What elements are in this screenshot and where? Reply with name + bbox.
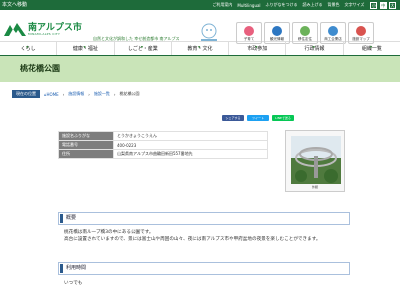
quick-link-business[interactable]: 商工企業店 [320, 22, 346, 44]
chevron-down-icon: ▼ [26, 45, 29, 49]
site-header: 南アルプス市 MINAMI-ALPS CITY 自然と文化が調和した 幸せ創造都… [0, 10, 400, 44]
skip-to-content-link[interactable]: 本文へ移動 [2, 1, 27, 8]
breadcrumb: 現在の位置 ⌂HOME › 施設情報 › 施設一覧 › 桃花橋公園 [0, 88, 400, 100]
read-aloud-link[interactable]: 読み上げる [303, 2, 323, 8]
map-pin-icon [356, 26, 366, 36]
mascot-icon [201, 23, 217, 41]
facility-photo[interactable]: 外観 [285, 130, 345, 192]
breadcrumb-home[interactable]: ⌂HOME [44, 92, 59, 97]
nav-work[interactable]: しごと・産業 ▼ [115, 42, 172, 55]
hours-heading: 利用時間 [58, 262, 350, 275]
row-value: 山梨県南アルプス市曲輪田新田557番地先 [113, 149, 268, 159]
logo-subtext: MINAMI-ALPS CITY [28, 31, 61, 36]
breadcrumb-facility-info[interactable]: 施設情報 [68, 91, 84, 97]
font-size-small-button[interactable]: 小 [370, 1, 378, 9]
table-row: 電話番号 400-0223 [58, 140, 268, 150]
font-size-label: 文字サイズ [344, 2, 365, 7]
breadcrumb-current: 桃花橋公園 [119, 91, 140, 96]
breadcrumb-facility-list[interactable]: 施設一覧 [94, 91, 110, 97]
overview-heading: 概要 [58, 212, 350, 225]
facility-info-table: 施設名ふりがな とうかきょうこうえん 電話番号 400-0223 住所 山梨県南… [58, 131, 268, 159]
row-value: 400-0223 [113, 140, 268, 150]
chevron-down-icon: ▼ [197, 45, 201, 49]
multilingual-link[interactable]: Multilingual [237, 3, 260, 8]
childcare-icon [244, 26, 254, 36]
font-size-large-button[interactable]: 大 [389, 1, 396, 9]
nav-participation[interactable]: 市政参加 ▼ [229, 42, 287, 55]
page-title: 桃花橋公園 [0, 56, 400, 82]
chevron-down-icon: ▼ [255, 45, 258, 49]
facility-image [291, 136, 341, 184]
row-value: とうかきょうこうえん [113, 131, 268, 141]
guide-link[interactable]: ご利用案内 [212, 2, 232, 8]
chevron-down-icon: ▼ [140, 45, 144, 49]
tweet-button[interactable]: ツイート [247, 115, 269, 121]
business-icon [328, 26, 338, 36]
breadcrumb-label: 現在の位置 [12, 90, 40, 98]
nav-organizations[interactable]: 組織一覧 ▼ [344, 42, 400, 55]
row-key: 住所 [58, 149, 114, 159]
table-row: 住所 山梨県南アルプス市曲輪田新田557番地先 [58, 149, 268, 159]
furigana-link[interactable]: ふりがなをつける [266, 2, 298, 8]
font-size-medium-button[interactable]: 中 [379, 1, 387, 9]
site-logo[interactable]: 南アルプス市 MINAMI-ALPS CITY [4, 22, 82, 36]
row-key: 施設名ふりがな [58, 131, 114, 141]
photo-caption: 外観 [311, 185, 318, 189]
facebook-share-button[interactable]: シェアする [222, 115, 244, 121]
share-buttons: シェアする ツイート LINEで送る [222, 115, 294, 121]
nav-education[interactable]: 教育・文化 ▼ [172, 42, 230, 55]
overview-line: 桃花橋は南ループ橋3の中にある公園です。 [64, 230, 154, 235]
line-share-button[interactable]: LINEで送る [272, 115, 294, 121]
nav-administration[interactable]: 行政情報 ▼ [286, 42, 344, 55]
mountain-logo-icon [4, 23, 26, 36]
chevron-down-icon: ▼ [369, 45, 373, 49]
global-nav: くらし ▼ 健康・福祉 ▼ しごと・産業 ▼ 教育・文化 ▼ 市政参加 ▼ 行政情報 ▼ 組… [0, 42, 400, 56]
chevron-down-icon: ▼ [312, 45, 315, 49]
logo-text: 南アルプス市 [28, 21, 82, 32]
quick-link-childcare[interactable]: 子育て [236, 22, 262, 44]
hours-text: いつでも [64, 281, 83, 286]
quick-link-tourism[interactable]: 観光情報 [264, 22, 290, 44]
table-row: 施設名ふりがな とうかきょうこうえん [58, 131, 268, 141]
chevron-down-icon: ▼ [83, 45, 86, 49]
utility-links: ご利用案内 Multilingual ふりがなをつける 読み上げる 背景色 文字… [212, 1, 396, 9]
nav-health[interactable]: 健康・福祉 ▼ [57, 42, 115, 55]
bg-color-label: 背景色 [327, 2, 340, 7]
row-key: 電話番号 [58, 140, 114, 150]
top-utility-bar: 本文へ移動 ご利用案内 Multilingual ふりがなをつける 読み上げる … [0, 0, 400, 10]
nav-living[interactable]: くらし ▼ [0, 42, 58, 55]
overview-line: 高台に設置されていますので、景には富士山や周囲の山々、夜には南アルプス市や甲府盆… [64, 237, 321, 242]
tourism-icon [272, 26, 282, 36]
house-icon [300, 26, 310, 36]
